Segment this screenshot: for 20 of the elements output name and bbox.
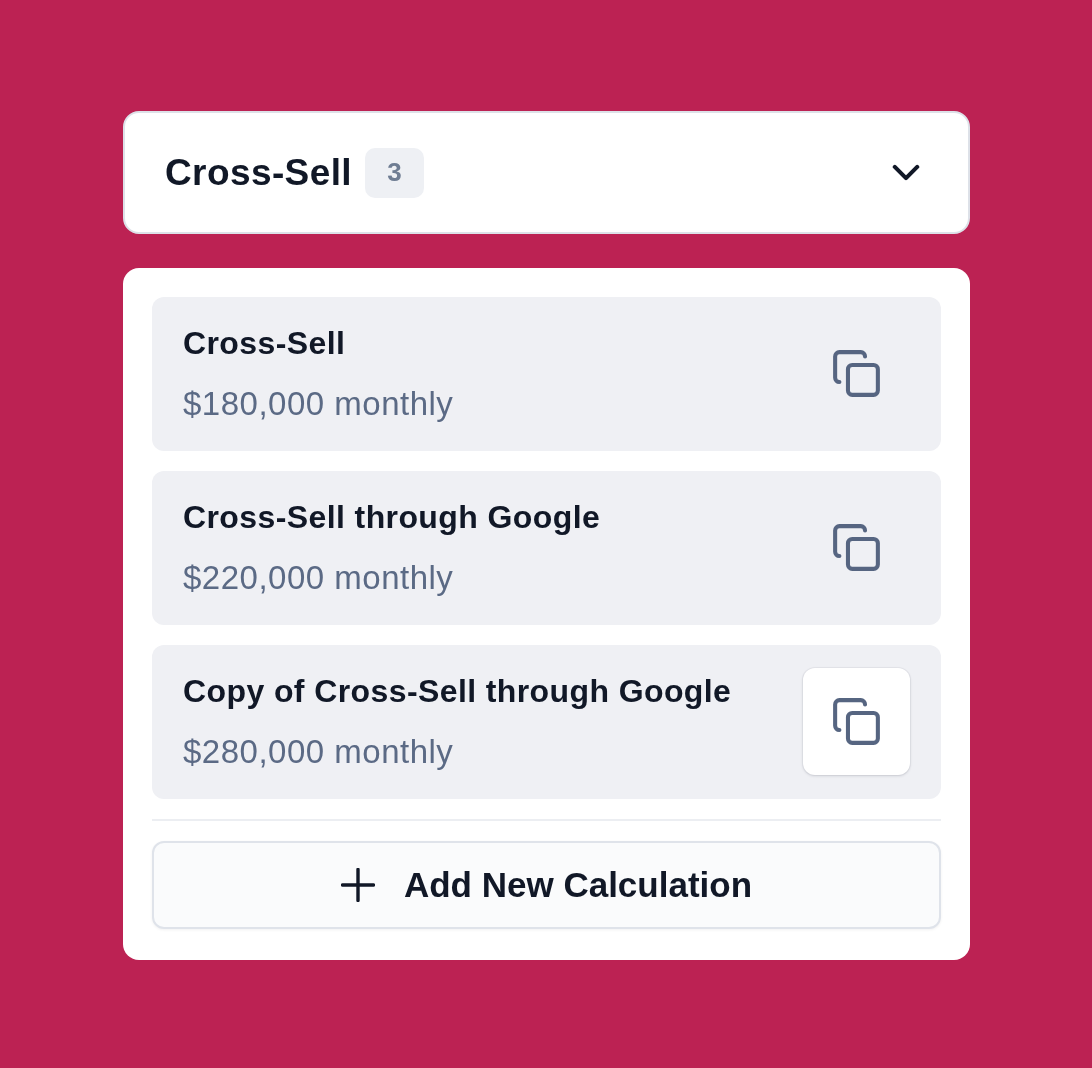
plus-icon [340,868,375,902]
calculation-amount: $180,000 monthly [183,385,454,423]
copy-button[interactable] [803,668,910,775]
calculation-name: Copy of Cross-Sell through Google [183,672,732,710]
dropdown-header[interactable]: Cross-Sell 3 [123,111,970,234]
copy-icon [833,350,880,397]
dropdown-title: Cross-Sell [165,151,352,194]
copy-icon [833,524,880,571]
calculation-item[interactable]: Cross-Sell $180,000 monthly [152,297,941,451]
calculation-name: Cross-Sell through Google [183,498,601,536]
copy-button[interactable] [833,524,880,571]
count-badge: 3 [365,147,424,198]
calculation-item[interactable]: Cross-Sell through Google $220,000 monthly [152,471,941,625]
calculation-name: Cross-Sell [183,324,346,362]
calculation-amount: $280,000 monthly [183,733,454,771]
calculation-amount: $220,000 monthly [183,559,454,597]
calculation-item[interactable]: Copy of Cross-Sell through Google $280,000 monthly [152,645,941,799]
copy-icon [833,698,880,745]
copy-button[interactable] [833,350,880,397]
add-calculation-button[interactable]: Add New Calculation [152,841,941,929]
